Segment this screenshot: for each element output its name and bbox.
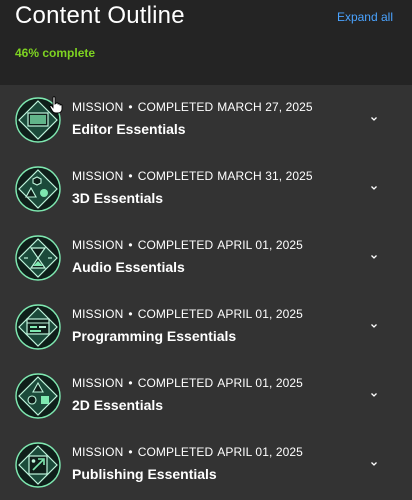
mission-item-2d-essentials[interactable]: MISSION • COMPLETED APRIL 01, 2025 2D Essen… (0, 361, 412, 430)
mission-type: MISSION (72, 238, 124, 252)
content-outline-header: Content Outline Expand all 46% complete (0, 0, 412, 85)
mission-meta: MISSION • COMPLETED APRIL 01, 2025 (72, 238, 303, 252)
completion-date: APRIL 01, 2025 (217, 445, 303, 459)
3d-shapes-icon (15, 166, 61, 212)
completion-date: APRIL 01, 2025 (217, 376, 303, 390)
mission-name: 2D Essentials (72, 397, 164, 413)
chevron-down-icon[interactable] (369, 114, 379, 124)
mission-status: COMPLETED (137, 169, 214, 183)
completion-date: MARCH 27, 2025 (217, 100, 313, 114)
completion-date: APRIL 01, 2025 (217, 238, 303, 252)
mission-name: 3D Essentials (72, 190, 164, 206)
progress-text: 46% complete (15, 46, 96, 60)
mission-type: MISSION (72, 307, 124, 321)
mission-type: MISSION (72, 169, 124, 183)
publish-export-icon (15, 442, 61, 488)
code-window-icon (15, 304, 61, 350)
mission-meta: MISSION • COMPLETED APRIL 01, 2025 (72, 307, 303, 321)
chevron-down-icon[interactable] (369, 390, 379, 400)
hand-cursor-icon (49, 96, 63, 114)
chevron-down-icon[interactable] (369, 252, 379, 262)
mission-name: Publishing Essentials (72, 466, 217, 482)
2d-shapes-icon (15, 373, 61, 419)
mission-name: Programming Essentials (72, 328, 237, 344)
mission-name: Editor Essentials (72, 121, 186, 137)
chevron-down-icon[interactable] (369, 321, 379, 331)
mission-item-audio-essentials[interactable]: MISSION • COMPLETED APRIL 01, 2025 Audio Es… (0, 223, 412, 292)
mission-list: MISSION • COMPLETED MARCH 27, 2025 Editor E… (0, 85, 412, 500)
mission-status: COMPLETED (137, 445, 214, 459)
mission-meta: MISSION • COMPLETED APRIL 01, 2025 (72, 376, 303, 390)
mission-status: COMPLETED (137, 376, 214, 390)
completion-date: MARCH 31, 2025 (217, 169, 313, 183)
mission-status: COMPLETED (137, 307, 214, 321)
chevron-down-icon[interactable] (369, 459, 379, 469)
mission-type: MISSION (72, 376, 124, 390)
mission-type: MISSION (72, 445, 124, 459)
mission-name: Audio Essentials (72, 259, 185, 275)
mission-item-3d-essentials[interactable]: MISSION • COMPLETED MARCH 31, 2025 3D Essen… (0, 154, 412, 223)
mission-item-programming-essentials[interactable]: MISSION • COMPLETED APRIL 01, 2025 Programm… (0, 292, 412, 361)
mission-type: MISSION (72, 100, 124, 114)
mission-meta: MISSION • COMPLETED APRIL 01, 2025 (72, 445, 303, 459)
expand-all-link[interactable]: Expand all (337, 10, 393, 24)
completion-date: APRIL 01, 2025 (217, 307, 303, 321)
mission-status: COMPLETED (137, 238, 214, 252)
mission-item-publishing-essentials[interactable]: MISSION • COMPLETED APRIL 01, 2025 Publishi… (0, 430, 412, 499)
mission-status: COMPLETED (137, 100, 214, 114)
page-title: Content Outline (15, 2, 185, 29)
mission-meta: MISSION • COMPLETED MARCH 31, 2025 (72, 169, 313, 183)
chevron-down-icon[interactable] (369, 183, 379, 193)
mission-meta: MISSION • COMPLETED MARCH 27, 2025 (72, 100, 313, 114)
hourglass-audio-icon (15, 235, 61, 281)
